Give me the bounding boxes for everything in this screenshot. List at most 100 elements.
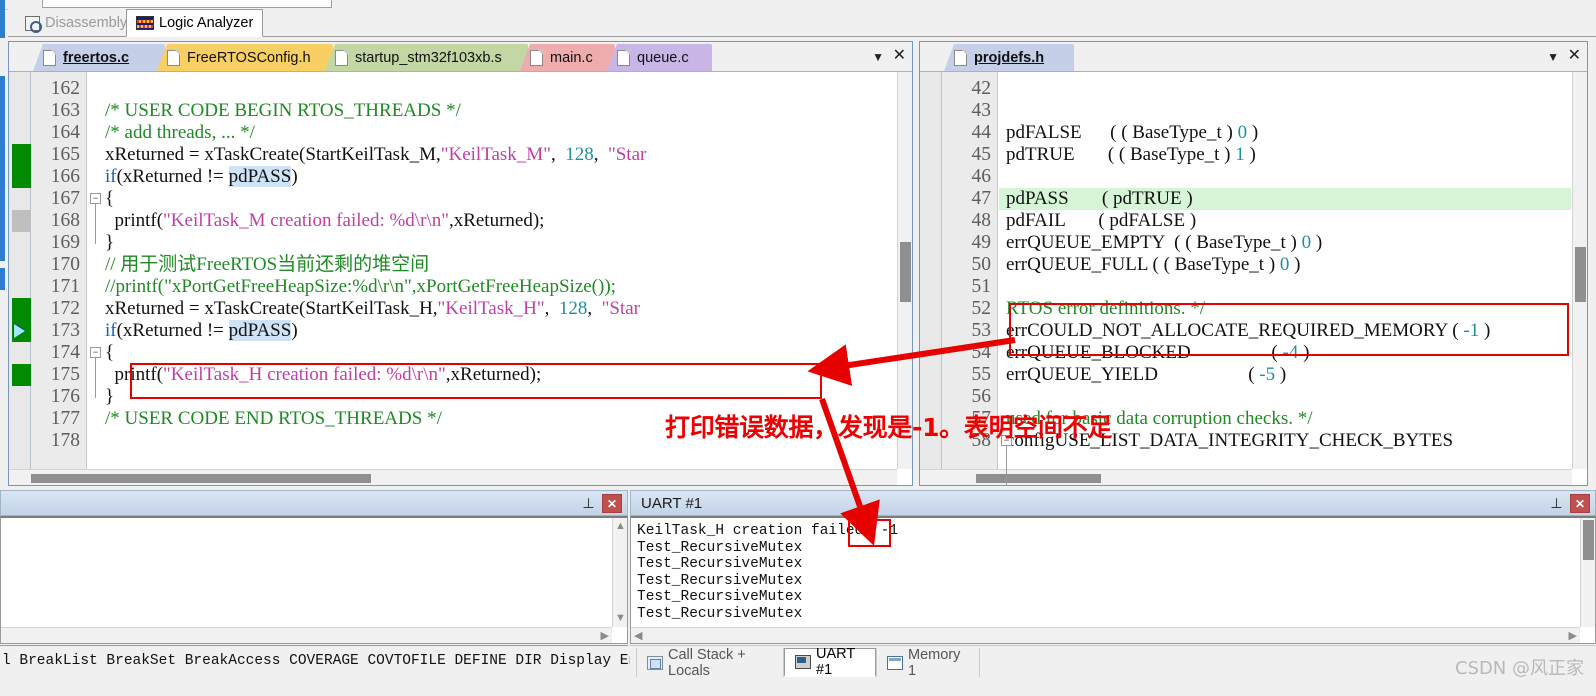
file-tab-projdefs-h[interactable]: projdefs.h xyxy=(944,44,1074,71)
right-horizontal-scrollbar[interactable] xyxy=(920,469,1572,485)
code-token: ) xyxy=(1311,232,1323,253)
left-code-area[interactable]: 162 163 164 165 166 167 168 169 170 171 172 173 174 1… xyxy=(9,72,912,485)
code-line[interactable]: errQUEUE_EMPTY ( ( BaseType_t ) 0 ) xyxy=(1006,232,1322,254)
pin-icon[interactable]: ⊥ xyxy=(1548,495,1565,512)
code-token: errQUEUE_EMPTY ( ( BaseType_t ) xyxy=(1006,232,1302,253)
code-line[interactable]: pdFAIL ( pdFALSE ) xyxy=(1006,210,1196,232)
code-line[interactable]: xReturned = xTaskCreate(StartKeilTask_M,… xyxy=(105,144,646,166)
right-line-number-gutter: 42 43 44 45 46 47 48 49 50 51 52 53 54 55 56 57 58 xyxy=(942,72,998,485)
view-tab-logic-analyzer[interactable]: Logic Analyzer xyxy=(126,9,264,37)
uart-panel-title: UART #1 xyxy=(641,494,703,512)
chevron-down-icon[interactable]: ▼ xyxy=(872,49,884,65)
code-line[interactable]: if(xReturned != pdPASS) xyxy=(105,320,298,342)
file-tab-queue-c[interactable]: queue.c xyxy=(607,44,712,71)
logic-analyzer-icon xyxy=(136,16,154,30)
uart-vertical-scrollbar[interactable] xyxy=(1580,518,1595,627)
line-number: 164 xyxy=(50,122,80,143)
line-number: 167 xyxy=(50,188,80,209)
left-vertical-scrollbar[interactable] xyxy=(897,72,912,469)
code-line[interactable]: /* add threads, ... */ xyxy=(105,122,255,144)
scroll-left-icon[interactable]: ◀ xyxy=(634,629,642,642)
code-line[interactable]: if(xReturned != pdPASS) xyxy=(105,166,298,188)
line-number: 175 xyxy=(50,364,80,385)
code-line[interactable]: { xyxy=(105,188,114,210)
bottom-tab-uart-1[interactable]: UART #1 xyxy=(784,646,876,678)
toolbar-combo[interactable] xyxy=(42,0,332,8)
uart-vscroll-thumb[interactable] xyxy=(1583,520,1594,560)
bottom-left-panel-body[interactable]: ▲ ▼ ▶ xyxy=(0,516,628,644)
fold-toggle-icon[interactable]: − xyxy=(90,347,101,358)
line-number: 51 xyxy=(971,276,992,297)
code-line[interactable]: pdPASS ( pdTRUE ) xyxy=(1006,188,1193,210)
scroll-up-icon[interactable]: ▲ xyxy=(614,520,627,533)
code-token: 128 xyxy=(558,298,588,319)
line-number: 52 xyxy=(971,298,992,319)
code-line[interactable]: used for basic data corruption checks. *… xyxy=(1006,408,1313,430)
code-line[interactable]: } xyxy=(105,232,114,254)
line-number: 57 xyxy=(971,408,992,429)
right-code-area[interactable]: 42 43 44 45 46 47 48 49 50 51 52 53 54 55 56 57 58 pdFAL… xyxy=(920,72,1587,485)
view-tab-disassembly[interactable]: Disassembly xyxy=(16,9,136,37)
code-line[interactable]: printf("KeilTask_H creation failed: %d\r… xyxy=(105,364,542,386)
bottom-tab-memory-1[interactable]: Memory 1 xyxy=(876,647,980,679)
line-number: 42 xyxy=(971,78,992,99)
close-icon[interactable]: ✕ xyxy=(893,48,906,64)
left-horizontal-scrollbar[interactable] xyxy=(9,469,897,485)
code-line[interactable]: pdFALSE ( ( BaseType_t ) 0 ) xyxy=(1006,122,1258,144)
code-line[interactable]: /* USER CODE END RTOS_THREADS */ xyxy=(105,408,442,430)
code-line[interactable]: RTOS error definitions. */ xyxy=(1006,298,1205,320)
code-line[interactable]: // 用于测试FreeRTOS当前还剩的堆空间 xyxy=(105,254,429,276)
fold-toggle-icon[interactable]: − xyxy=(1001,435,1012,446)
fold-guide-line xyxy=(1006,446,1007,485)
code-line[interactable]: } xyxy=(105,386,114,408)
file-tab-main-c[interactable]: main.c xyxy=(520,44,615,71)
code-token: // 用于测试FreeRTOS当前还剩的堆空间 xyxy=(105,254,430,275)
code-line[interactable]: configUSE_LIST_DATA_INTEGRITY_CHECK_BYTE… xyxy=(1006,430,1453,452)
code-line[interactable]: { xyxy=(105,342,114,364)
code-line[interactable]: errQUEUE_FULL ( ( BaseType_t ) 0 ) xyxy=(1006,254,1301,276)
fold-toggle-icon[interactable]: − xyxy=(90,193,101,204)
pin-icon[interactable]: ⊥ xyxy=(580,495,597,512)
file-tab-freertos-c[interactable]: freertos.c xyxy=(33,44,165,71)
code-line[interactable]: /* USER CODE BEGIN RTOS_THREADS */ xyxy=(105,100,461,122)
code-line[interactable]: errCOULD_NOT_ALLOCATE_REQUIRED_MEMORY ( … xyxy=(1006,320,1490,342)
left-marker-gutter[interactable] xyxy=(9,72,31,485)
code-line[interactable]: //printf("xPortGetFreeHeapSize:%d\r\n",x… xyxy=(105,276,616,298)
uart-horizontal-scrollbar[interactable]: ◀ ▶ xyxy=(631,627,1580,643)
right-vscroll-thumb[interactable] xyxy=(1575,247,1586,302)
close-icon[interactable]: ✕ xyxy=(602,494,622,513)
code-line[interactable]: errQUEUE_YIELD ( -5 ) xyxy=(1006,364,1286,386)
code-line[interactable]: xReturned = xTaskCreate(StartKeilTask_H,… xyxy=(105,298,640,320)
code-token: 0 xyxy=(1301,232,1312,253)
bottom-tab-call-stack-locals[interactable]: Call Stack + Locals xyxy=(636,647,784,679)
code-token: ) xyxy=(1289,254,1301,275)
left-vscroll-thumb[interactable] xyxy=(900,242,911,302)
close-icon[interactable]: ✕ xyxy=(1568,48,1581,64)
code-line[interactable]: printf("KeilTask_M creation failed: %d\r… xyxy=(105,210,545,232)
right-marker-gutter[interactable] xyxy=(920,72,942,485)
left-hscroll-thumb[interactable] xyxy=(31,474,371,483)
disassembly-icon xyxy=(25,15,42,33)
command-bar[interactable]: l BreakList BreakSet BreakAccess COVERAG… xyxy=(0,645,663,675)
scroll-right-icon[interactable]: ▶ xyxy=(601,629,609,642)
file-tab-startup-stm32f103xb-s[interactable]: startup_stm32f103xb.s xyxy=(325,44,528,71)
chevron-down-icon[interactable]: ▼ xyxy=(1547,49,1559,65)
right-hscroll-thumb[interactable] xyxy=(976,474,1101,483)
line-number: 163 xyxy=(50,100,80,121)
scroll-down-icon[interactable]: ▼ xyxy=(614,612,627,625)
uart-output-body[interactable]: ◀ ▶ KeilTask_H creation failed: -1 Test_R… xyxy=(630,516,1596,644)
line-number: 47 xyxy=(971,188,992,209)
scroll-right-icon[interactable]: ▶ xyxy=(1569,629,1577,642)
line-number: 50 xyxy=(971,254,992,275)
right-vertical-scrollbar[interactable] xyxy=(1572,72,1587,469)
bottom-left-horizontal-scrollbar[interactable]: ▶ xyxy=(1,627,612,643)
left-edge-accent-3 xyxy=(0,268,5,290)
code-line[interactable]: pdTRUE ( ( BaseType_t ) 1 ) xyxy=(1006,144,1256,166)
bottom-left-vertical-scrollbar[interactable]: ▲ ▼ xyxy=(612,518,627,627)
file-icon xyxy=(167,49,180,66)
code-token: { xyxy=(105,188,115,209)
left-editor-pane: ▼ ✕ freertos.c FreeRTOSConfig.h startup_st… xyxy=(8,41,913,486)
code-line[interactable]: errQUEUE_BLOCKED ( -4 ) xyxy=(1006,342,1309,364)
file-tab-freertosconfig-h[interactable]: FreeRTOSConfig.h xyxy=(157,44,333,71)
close-icon[interactable]: ✕ xyxy=(1570,494,1590,513)
